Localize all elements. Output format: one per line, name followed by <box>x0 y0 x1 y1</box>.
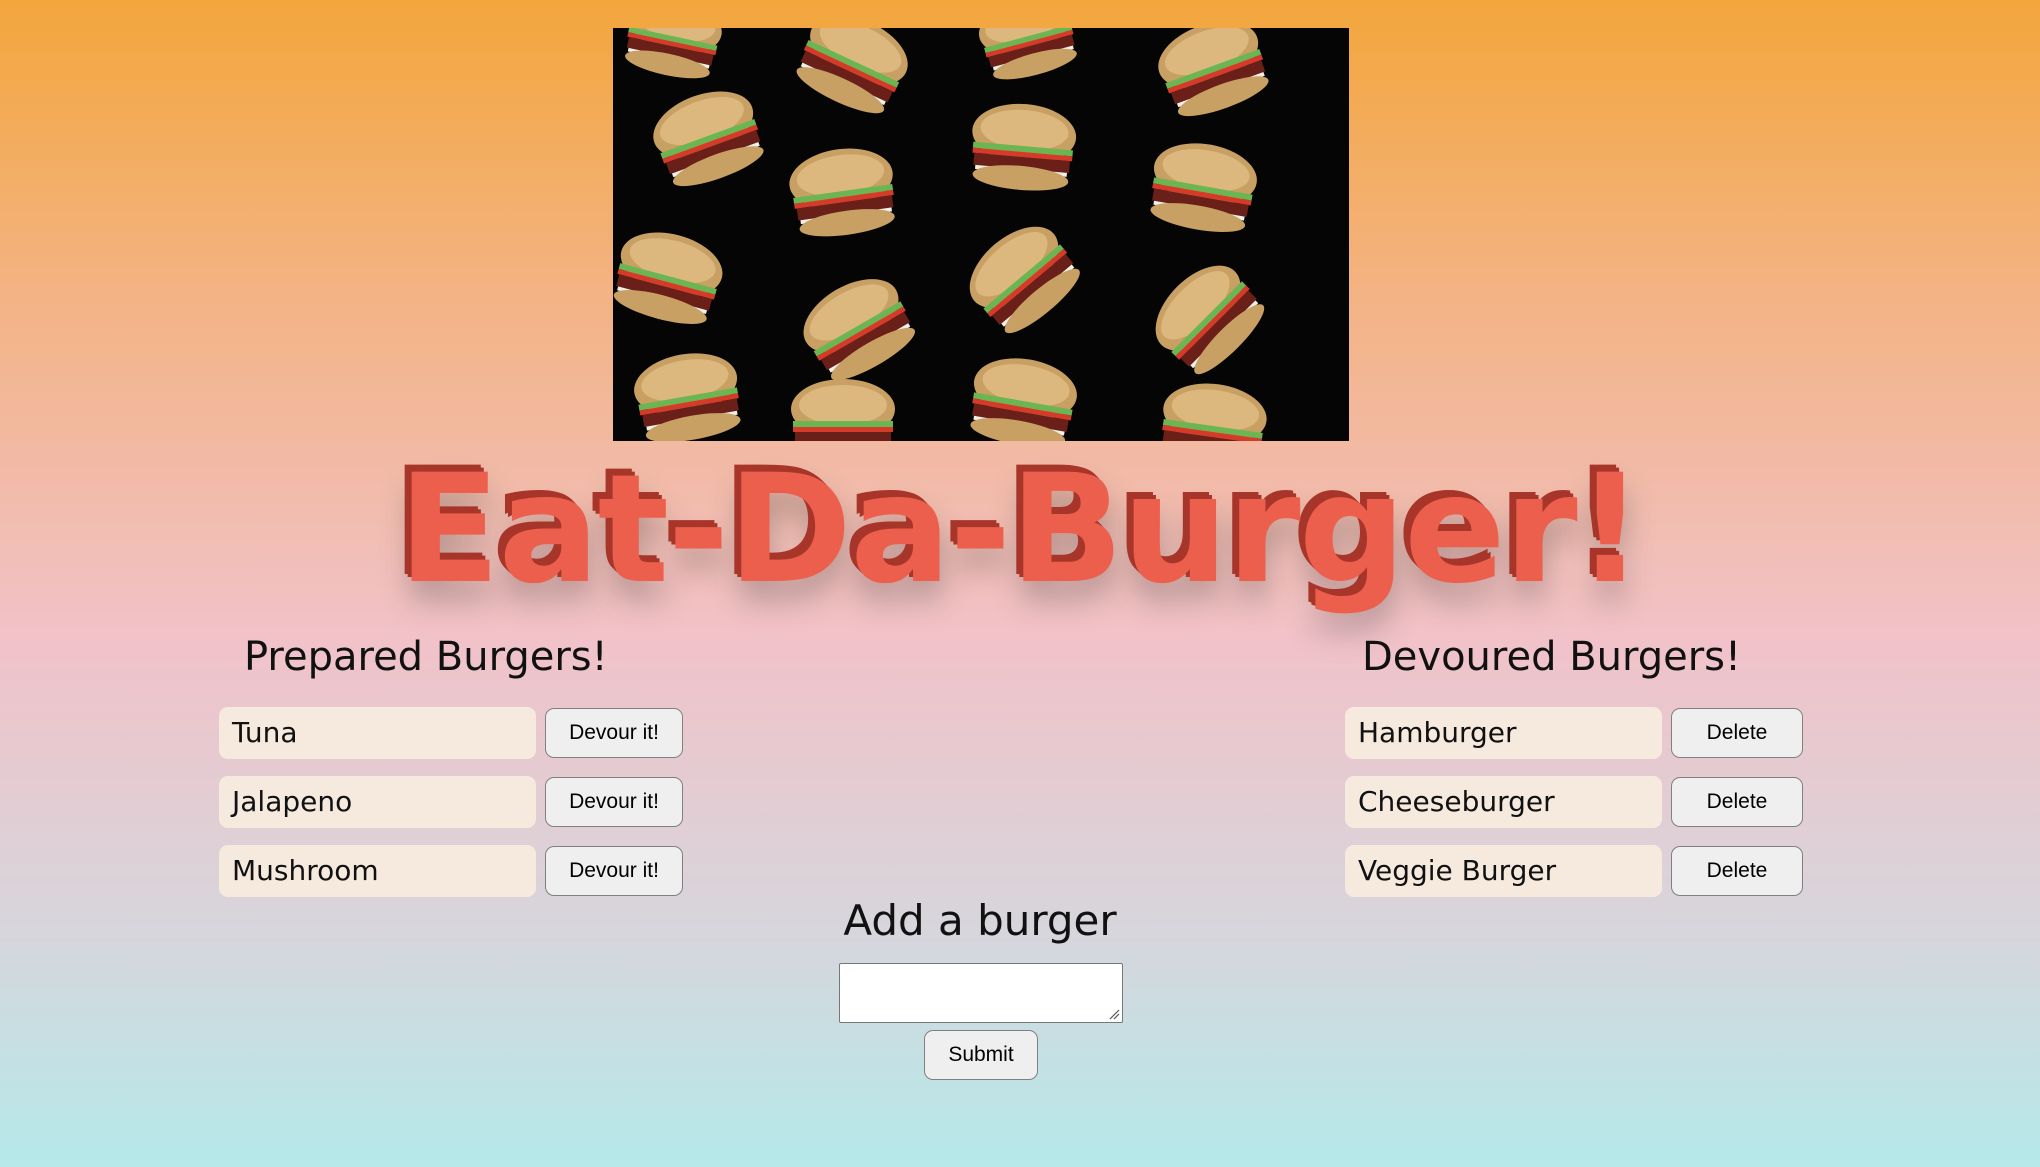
delete-button[interactable]: Delete <box>1671 777 1803 827</box>
devour-button[interactable]: Devour it! <box>545 846 683 896</box>
prepared-burger-item: Mushroom <box>219 845 536 897</box>
prepared-burger-item: Tuna <box>219 707 536 759</box>
devoured-burger-item: Cheeseburger <box>1345 776 1662 828</box>
devoured-burger-item: Veggie Burger <box>1345 845 1662 897</box>
burger-name-input[interactable] <box>839 963 1123 1023</box>
devoured-heading: Devoured Burgers! <box>1362 634 1742 680</box>
page-title: Eat-Da-Burger! <box>397 443 1644 617</box>
prepared-heading: Prepared Burgers! <box>244 634 608 680</box>
submit-button[interactable]: Submit <box>924 1030 1038 1080</box>
devour-button[interactable]: Devour it! <box>545 777 683 827</box>
prepared-burger-item: Jalapeno <box>219 776 536 828</box>
burger-banner-image <box>613 28 1349 441</box>
devoured-burger-item: Hamburger <box>1345 707 1662 759</box>
devour-button[interactable]: Devour it! <box>545 708 683 758</box>
resize-handle-icon[interactable] <box>1108 1008 1120 1020</box>
delete-button[interactable]: Delete <box>1671 846 1803 896</box>
add-burger-heading: Add a burger <box>843 896 1117 945</box>
delete-button[interactable]: Delete <box>1671 708 1803 758</box>
